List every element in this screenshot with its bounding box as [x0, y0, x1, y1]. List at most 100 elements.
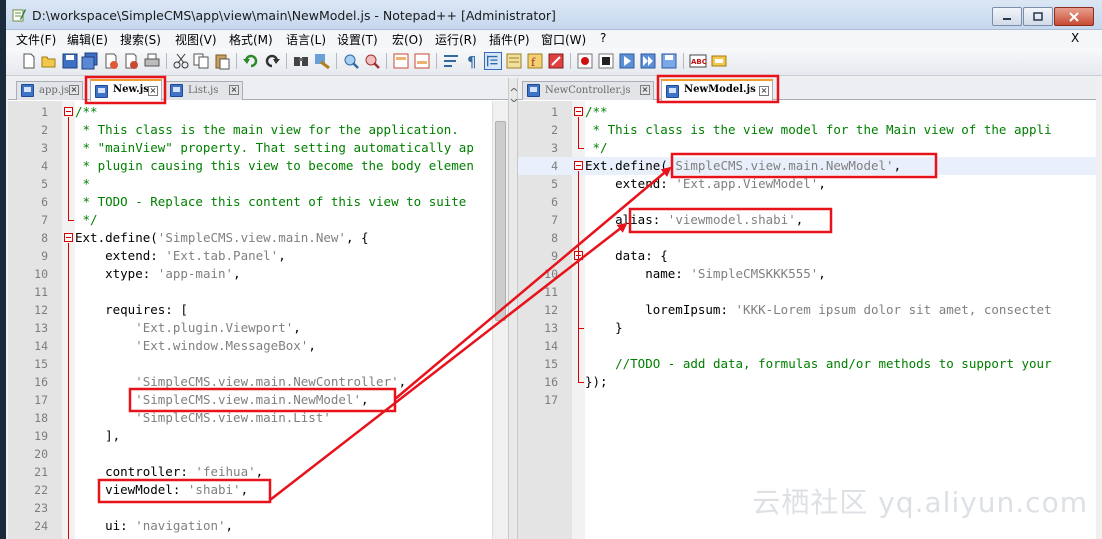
word-wrap-icon[interactable] — [442, 52, 460, 70]
line-number: 10 — [544, 267, 558, 281]
close-tab-icon[interactable]: × — [229, 85, 239, 95]
indent-guide-icon[interactable] — [484, 52, 502, 70]
line-number: 16 — [34, 375, 48, 389]
paste-icon[interactable] — [213, 52, 231, 70]
menu-plugins[interactable]: 插件(P) — [489, 31, 530, 48]
code-text: name: 'SimpleCMSKKK555', — [585, 266, 826, 281]
play-multiple-icon[interactable] — [639, 52, 657, 70]
save-icon[interactable] — [61, 52, 79, 70]
menu-format[interactable]: 格式(M) — [229, 31, 273, 48]
close-tab-icon[interactable]: × — [69, 85, 79, 95]
undo-icon[interactable] — [242, 52, 260, 70]
line-number: 17 — [544, 393, 558, 407]
close-tab-icon[interactable]: × — [148, 86, 158, 96]
code-line: 2 * This class is the view model for the… — [518, 121, 1096, 139]
code-line: 11 — [518, 283, 1096, 301]
spell-check-icon[interactable]: ABC — [689, 52, 707, 70]
menu-window[interactable]: 窗口(W) — [541, 31, 586, 48]
line-number: 1 — [41, 105, 48, 119]
folder-as-workspace-icon[interactable] — [547, 52, 565, 70]
code-line: 21 controller: 'feihua', — [8, 463, 508, 481]
cut-icon[interactable] — [172, 52, 190, 70]
spell-check-settings-icon[interactable] — [710, 52, 728, 70]
close-all-icon[interactable] — [122, 52, 140, 70]
code-text: requires: [ — [75, 302, 188, 317]
redo-icon[interactable] — [263, 52, 281, 70]
close-tab-icon[interactable]: × — [640, 85, 650, 95]
code-text: //TODO - add data, formulas and/or metho… — [615, 356, 1052, 371]
code-text: /** — [585, 104, 608, 119]
code-line: 7 alias: 'viewmodel.shabi', — [518, 211, 1096, 229]
line-number: 14 — [544, 339, 558, 353]
fold-toggle-icon[interactable] — [574, 107, 583, 116]
code-line: 13 'Ext.plugin.Viewport', — [8, 319, 508, 337]
left-vertical-scrollbar[interactable] — [492, 101, 508, 539]
code-text: * plugin causing this view to become the… — [75, 158, 474, 173]
code-text: * — [75, 176, 91, 191]
print-icon[interactable] — [143, 52, 161, 70]
sync-horizontal-icon[interactable] — [413, 52, 431, 70]
splitter-arrows-icon — [510, 88, 518, 102]
close-tab-icon[interactable]: × — [759, 86, 769, 96]
tab-new-js[interactable]: New.js × — [90, 79, 162, 101]
find-icon[interactable] — [292, 52, 310, 70]
menu-search[interactable]: 搜索(S) — [120, 31, 161, 48]
sync-vertical-icon[interactable] — [392, 52, 410, 70]
menu-edit[interactable]: 编辑(E) — [67, 31, 108, 48]
line-number: 15 — [544, 357, 558, 371]
zoom-out-icon[interactable] — [363, 52, 381, 70]
menu-view[interactable]: 视图(V) — [175, 31, 217, 48]
fold-toggle-icon[interactable] — [574, 161, 583, 170]
code-line: 9 data: { — [518, 247, 1096, 265]
tab-list-js[interactable]: List.js × — [165, 81, 243, 100]
right-code-editor[interactable]: 1 /** 2 * This class is the view model for… — [518, 101, 1096, 539]
menu-macro[interactable]: 宏(O) — [392, 31, 423, 48]
fold-end — [578, 148, 584, 149]
tab-app-js[interactable]: app.js × — [16, 81, 83, 100]
document-map-icon[interactable] — [505, 52, 523, 70]
stop-macro-icon[interactable] — [597, 52, 615, 70]
menu-run[interactable]: 运行(R) — [435, 31, 477, 48]
function-list-icon[interactable]: f — [526, 52, 544, 70]
menu-file[interactable]: 文件(F) — [16, 31, 56, 48]
play-macro-icon[interactable] — [618, 52, 636, 70]
close-document-x[interactable]: X — [1071, 31, 1079, 45]
menu-settings[interactable]: 设置(T) — [337, 31, 378, 48]
code-line: 5 * — [8, 175, 508, 193]
watermark: 云栖社区 yq.aliyun.com — [752, 486, 1088, 519]
menu-language[interactable]: 语言(L) — [286, 31, 326, 48]
maximize-icon — [1033, 11, 1043, 21]
maximize-button[interactable] — [1023, 7, 1053, 26]
new-file-icon[interactable] — [20, 52, 38, 70]
file-icon — [666, 85, 679, 98]
tab-newcontroller-js[interactable]: NewController.js × — [522, 81, 654, 100]
file-icon — [95, 85, 108, 98]
copy-icon[interactable] — [192, 52, 210, 70]
code-line: 10 xtype: 'app-main', — [8, 265, 508, 283]
minimize-button[interactable] — [992, 7, 1022, 26]
fold-toggle-icon[interactable] — [64, 107, 73, 116]
save-macro-icon[interactable] — [660, 52, 678, 70]
zoom-in-icon[interactable] — [342, 52, 360, 70]
code-lines: 1 /** 2 * This class is the main view for … — [8, 103, 508, 535]
show-all-chars-icon[interactable]: ¶ — [463, 52, 481, 70]
close-file-icon[interactable] — [102, 52, 120, 70]
file-icon — [21, 84, 34, 97]
open-file-icon[interactable] — [40, 52, 58, 70]
scroll-thumb[interactable] — [495, 121, 506, 321]
menu-help[interactable]: ? — [600, 31, 606, 45]
replace-icon[interactable] — [313, 52, 331, 70]
close-window-button[interactable] — [1054, 7, 1094, 26]
line-number: 13 — [34, 321, 48, 335]
save-all-icon[interactable] — [81, 52, 99, 70]
tab-label: List.js — [188, 85, 219, 96]
fold-toggle-icon[interactable] — [64, 233, 73, 242]
code-line: 11 — [8, 283, 508, 301]
right-editor-pane: NewController.js × NewModel.js × 1 /** 2 *… — [518, 78, 1096, 539]
record-macro-icon[interactable] — [576, 52, 594, 70]
view-splitter[interactable] — [508, 78, 518, 539]
tab-newmodel-js[interactable]: NewModel.js × — [661, 79, 773, 101]
line-number: 21 — [34, 465, 48, 479]
left-code-editor[interactable]: 1 /** 2 * This class is the main view for … — [8, 101, 508, 539]
code-text: 'Ext.window.MessageBox', — [135, 338, 316, 353]
